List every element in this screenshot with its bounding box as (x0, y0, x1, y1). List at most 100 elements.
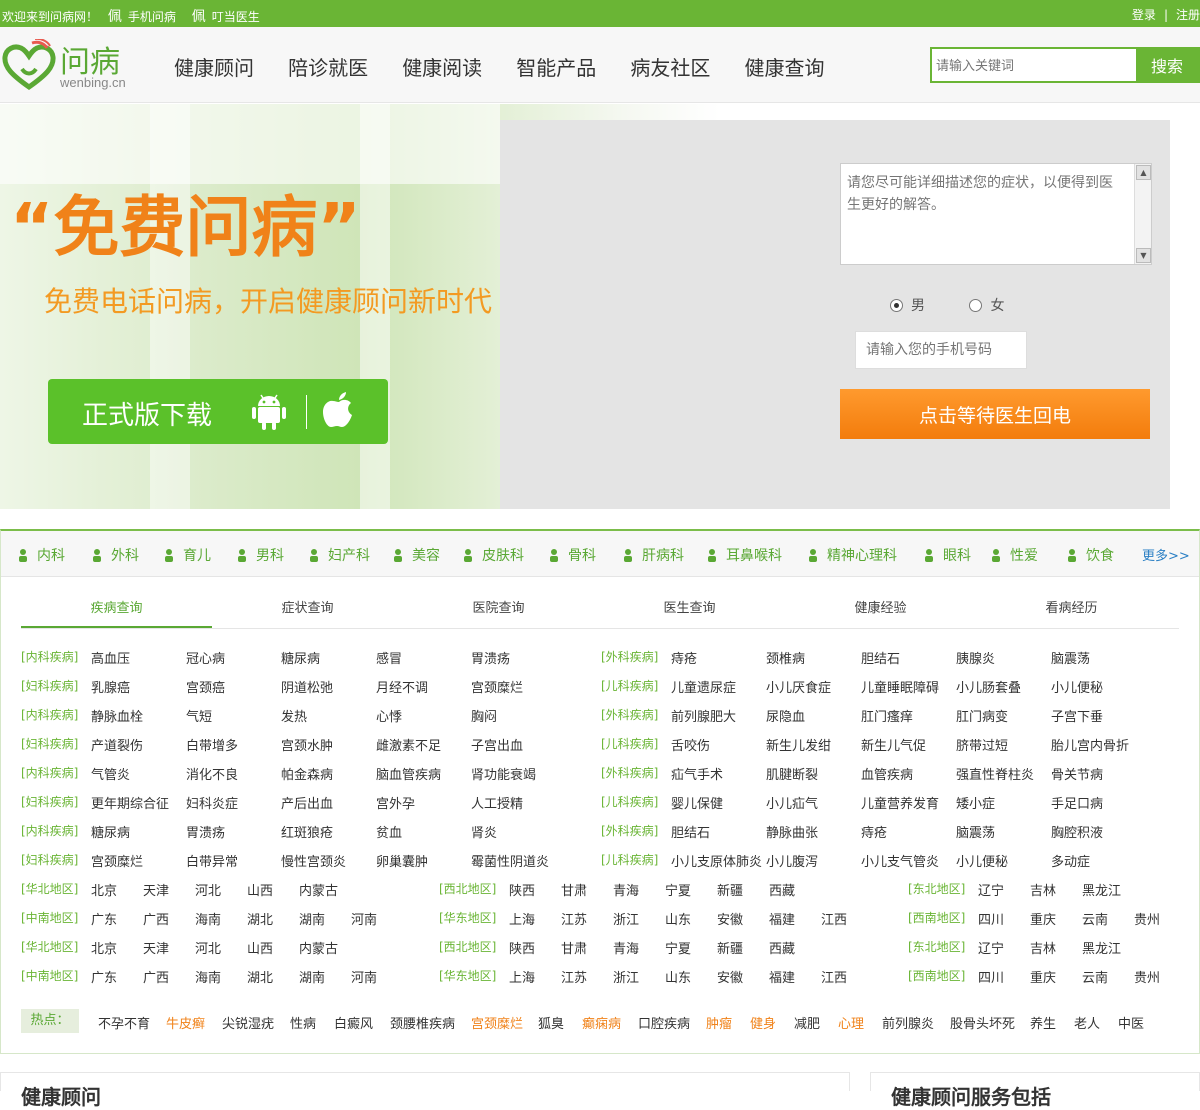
region-link[interactable]: 青海 (613, 938, 639, 957)
doctor-link[interactable]: 佩叮当医生 (192, 9, 266, 25)
region-link[interactable]: 河北 (195, 938, 221, 957)
query-tab[interactable]: 医院查询 (403, 597, 594, 628)
category-link[interactable]: [外科疾病] (601, 822, 658, 839)
region-link[interactable]: 黑龙江 (1082, 938, 1121, 957)
department-link[interactable]: 外科 (89, 545, 139, 565)
search-button[interactable]: 搜索 (1136, 49, 1198, 81)
region-link[interactable]: 山东 (665, 967, 691, 986)
scroll-down-arrow-icon[interactable]: ▼ (1136, 248, 1151, 263)
region-link[interactable]: 广东 (91, 909, 117, 928)
region-link[interactable]: 湖北 (247, 909, 273, 928)
disease-link[interactable]: 婴儿保健 (671, 793, 723, 812)
disease-link[interactable]: 手足口病 (1051, 793, 1103, 812)
disease-link[interactable]: 胃溃疡 (186, 822, 225, 841)
category-link[interactable]: [妇科疾病] (21, 851, 78, 868)
disease-link[interactable]: 糖尿病 (281, 648, 320, 667)
region-link[interactable]: 江西 (821, 909, 847, 928)
hot-topic-link[interactable]: 性病 (290, 1013, 316, 1032)
disease-link[interactable]: 痔疮 (671, 648, 697, 667)
query-tab[interactable]: 看病经历 (976, 597, 1167, 628)
region-link[interactable]: 天津 (143, 880, 169, 899)
region-category[interactable]: [华北地区] (21, 938, 78, 955)
more-link[interactable]: 更多>> (1142, 545, 1190, 564)
query-tab[interactable]: 健康经验 (785, 597, 976, 628)
region-category[interactable]: [中南地区] (21, 909, 78, 926)
disease-link[interactable]: 小儿厌食症 (766, 677, 831, 696)
region-link[interactable]: 浙江 (613, 909, 639, 928)
department-link[interactable]: 内科 (15, 545, 65, 565)
disease-link[interactable]: 多动症 (1051, 851, 1090, 870)
gender-female-radio[interactable] (969, 299, 983, 312)
disease-link[interactable]: 气短 (186, 706, 212, 725)
department-link[interactable]: 妇产科 (306, 545, 370, 565)
disease-link[interactable]: 胰腺炎 (956, 648, 995, 667)
region-link[interactable]: 福建 (769, 967, 795, 986)
hot-topic-link[interactable]: 养生 (1030, 1013, 1056, 1032)
disease-link[interactable]: 小儿肠套叠 (956, 677, 1021, 696)
disease-link[interactable]: 儿童睡眠障碍 (861, 677, 939, 696)
region-link[interactable]: 上海 (509, 909, 535, 928)
region-category[interactable]: [西北地区] (439, 880, 496, 897)
region-link[interactable]: 江西 (821, 967, 847, 986)
hot-topic-link[interactable]: 股骨头坏死 (950, 1013, 1015, 1032)
disease-link[interactable]: 高血压 (91, 648, 130, 667)
hot-topic-link[interactable]: 宫颈糜烂 (471, 1013, 523, 1032)
register-link[interactable]: 注册 (1176, 8, 1200, 22)
region-link[interactable]: 海南 (195, 909, 221, 928)
region-link[interactable]: 海南 (195, 967, 221, 986)
disease-link[interactable]: 前列腺肥大 (671, 706, 736, 725)
disease-link[interactable]: 冠心病 (186, 648, 225, 667)
disease-link[interactable]: 儿童遗尿症 (671, 677, 736, 696)
disease-link[interactable]: 新生儿发绀 (766, 735, 831, 754)
hot-topic-link[interactable]: 心理 (838, 1013, 864, 1032)
disease-link[interactable]: 心悸 (376, 706, 402, 725)
region-link[interactable]: 上海 (509, 967, 535, 986)
disease-link[interactable]: 胃溃疡 (471, 648, 510, 667)
region-link[interactable]: 江苏 (561, 909, 587, 928)
region-link[interactable]: 湖北 (247, 967, 273, 986)
query-tab[interactable]: 医生查询 (594, 597, 785, 628)
scroll-up-arrow-icon[interactable]: ▲ (1136, 165, 1151, 180)
category-link[interactable]: [儿科疾病] (601, 793, 658, 810)
region-category[interactable]: [西南地区] (908, 909, 965, 926)
region-link[interactable]: 福建 (769, 909, 795, 928)
disease-link[interactable]: 痔疮 (861, 822, 887, 841)
disease-link[interactable]: 脑血管疾病 (376, 764, 441, 783)
category-link[interactable]: [外科疾病] (601, 648, 658, 665)
region-link[interactable]: 辽宁 (978, 880, 1004, 899)
category-link[interactable]: [妇科疾病] (21, 735, 78, 752)
department-link[interactable]: 饮食 (1064, 545, 1114, 565)
region-link[interactable]: 天津 (143, 938, 169, 957)
department-link[interactable]: 耳鼻喉科 (704, 545, 782, 565)
hot-topic-link[interactable]: 牛皮癣 (166, 1013, 205, 1032)
region-link[interactable]: 河南 (351, 967, 377, 986)
disease-link[interactable]: 宫颈糜烂 (471, 677, 523, 696)
region-link[interactable]: 西藏 (769, 938, 795, 957)
region-link[interactable]: 山东 (665, 909, 691, 928)
disease-link[interactable]: 肾炎 (471, 822, 497, 841)
category-link[interactable]: [外科疾病] (601, 706, 658, 723)
hot-topic-link[interactable]: 口腔疾病 (638, 1013, 690, 1032)
disease-link[interactable]: 子宫下垂 (1051, 706, 1103, 725)
disease-link[interactable]: 雌激素不足 (376, 735, 441, 754)
textarea-scrollbar[interactable]: ▲ ▼ (1134, 164, 1151, 264)
region-link[interactable]: 吉林 (1030, 880, 1056, 899)
hot-topic-link[interactable]: 肿瘤 (706, 1013, 732, 1032)
disease-link[interactable]: 发热 (281, 706, 307, 725)
nav-health-consult[interactable]: 健康顾问 (174, 56, 254, 80)
disease-link[interactable]: 脑震荡 (956, 822, 995, 841)
category-link[interactable]: [儿科疾病] (601, 851, 658, 868)
disease-link[interactable]: 胸腔积液 (1051, 822, 1103, 841)
region-link[interactable]: 甘肃 (561, 880, 587, 899)
disease-link[interactable]: 新生儿气促 (861, 735, 926, 754)
disease-link[interactable]: 月经不调 (376, 677, 428, 696)
disease-link[interactable]: 儿童营养发育 (861, 793, 939, 812)
department-link[interactable]: 性爱 (988, 545, 1038, 565)
disease-link[interactable]: 感冒 (376, 648, 402, 667)
disease-link[interactable]: 尿隐血 (766, 706, 805, 725)
query-tab[interactable]: 疾病查询 (21, 597, 212, 628)
region-link[interactable]: 广西 (143, 967, 169, 986)
disease-link[interactable]: 肛门病变 (956, 706, 1008, 725)
gender-male-option[interactable]: 男 (890, 295, 925, 315)
disease-link[interactable]: 宫外孕 (376, 793, 415, 812)
